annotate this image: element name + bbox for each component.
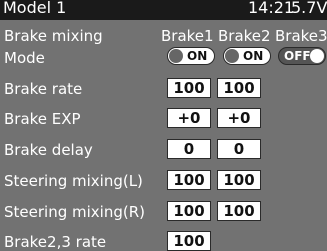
toggle-state: ON — [243, 49, 264, 63]
brake1-rate-value[interactable]: 100 — [167, 78, 211, 98]
toggle-state: OFF — [284, 49, 311, 63]
brake-rate-label: Brake rate — [4, 80, 83, 98]
toggle-knob — [169, 49, 183, 63]
status-bar: Model 1 14:21 5.7V — [0, 0, 327, 20]
mode-label: Mode — [4, 49, 45, 67]
brake2-mode-toggle[interactable]: ON — [223, 47, 271, 65]
brake-exp-label: Brake EXP — [4, 110, 81, 128]
brake1-mode-toggle[interactable]: ON — [167, 47, 215, 65]
brake-mixing-screen: Model 1 14:21 5.7V Brake mixing Brake1 B… — [0, 0, 327, 251]
steering-mixing-l-label: Steering mixing(L) — [4, 172, 143, 190]
brake2-steering-l-value[interactable]: 100 — [217, 170, 261, 190]
brake1-delay-value[interactable]: 0 — [167, 139, 211, 159]
column-brake1: Brake1 — [161, 27, 214, 45]
screen-title: Brake mixing — [4, 27, 103, 45]
battery-voltage: 5.7V — [291, 0, 327, 17]
steering-mixing-r-label: Steering mixing(R) — [4, 203, 145, 221]
brake-delay-label: Brake delay — [4, 141, 93, 159]
brake2-delay-value[interactable]: 0 — [217, 139, 261, 159]
model-name: Model 1 — [3, 0, 67, 17]
column-brake2: Brake2 — [218, 27, 271, 45]
toggle-knob — [310, 49, 324, 63]
brake2-steering-r-value[interactable]: 100 — [217, 201, 261, 221]
brake1-steering-l-value[interactable]: 100 — [167, 170, 211, 190]
brake1-exp-value[interactable]: +0 — [167, 108, 211, 128]
toggle-state: ON — [187, 49, 208, 63]
clock: 14:21 — [248, 0, 295, 17]
brake1-steering-r-value[interactable]: 100 — [167, 201, 211, 221]
brake23-rate-value[interactable]: 100 — [167, 231, 211, 251]
column-brake3: Brake3 — [275, 27, 327, 45]
brake23-rate-label: Brake2,3 rate — [4, 233, 107, 251]
toggle-knob — [225, 49, 239, 63]
brake2-rate-value[interactable]: 100 — [217, 78, 261, 98]
brake2-exp-value[interactable]: +0 — [217, 108, 261, 128]
brake3-mode-toggle[interactable]: OFF — [278, 47, 326, 65]
